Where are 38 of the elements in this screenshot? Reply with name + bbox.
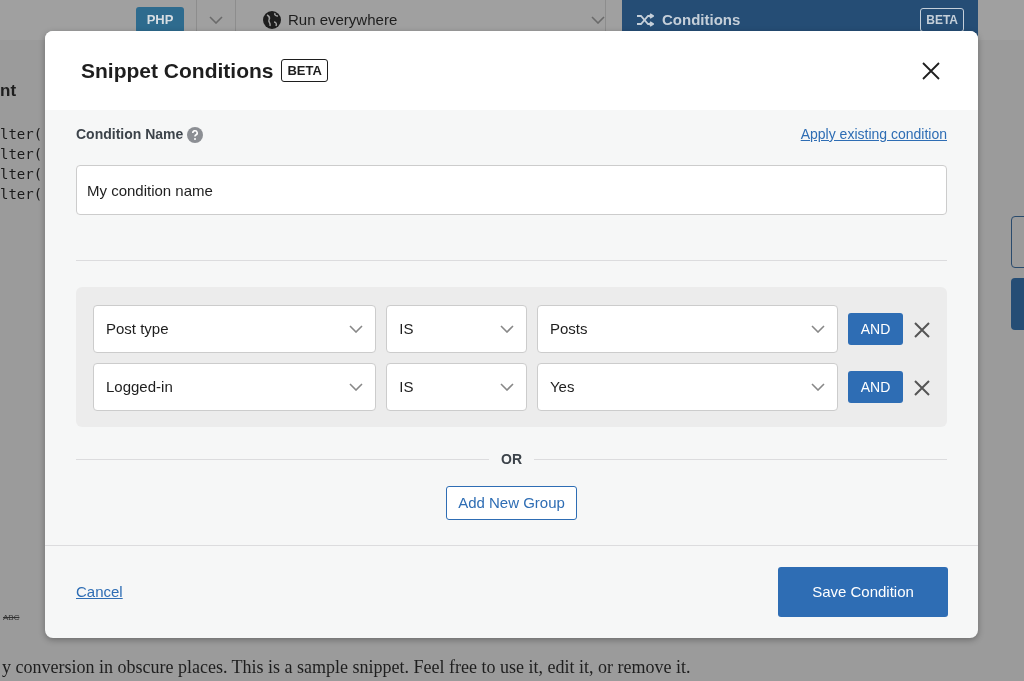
help-icon <box>187 126 204 143</box>
code-line: lter( <box>0 144 43 164</box>
chevron-down-icon <box>811 325 826 333</box>
chevron-down-icon <box>499 383 514 391</box>
field-select[interactable]: Logged-in <box>93 363 377 411</box>
or-separator: OR <box>500 450 523 469</box>
field-select[interactable]: Post type <box>93 305 377 353</box>
chevron-down-icon <box>591 16 605 24</box>
shuffle-icon <box>636 13 654 27</box>
strikethrough-button[interactable]: ABC <box>3 612 20 624</box>
code-line: lter( <box>0 164 43 184</box>
chevron-down-icon <box>499 325 514 333</box>
add-group-button[interactable]: Add New Group <box>446 486 577 520</box>
section-heading: nt <box>0 80 17 102</box>
and-button[interactable]: AND <box>848 371 903 403</box>
chevron-down-icon <box>349 383 364 391</box>
name-input[interactable]: My condition name <box>76 165 947 215</box>
value-select[interactable]: Yes <box>536 363 839 411</box>
chevron-down-icon <box>349 325 364 333</box>
beta-badge: BETA <box>281 58 328 83</box>
type-badge: PHP <box>136 7 184 33</box>
save-button[interactable]: Save Condition <box>778 567 948 617</box>
apply-existing-link[interactable]: Apply existing condition <box>800 124 947 145</box>
code-line: lter( <box>0 184 43 204</box>
operator-select[interactable]: IS <box>386 305 527 353</box>
location-select[interactable]: Run everywhere <box>288 8 398 32</box>
chevron-down-icon <box>811 383 826 391</box>
modal-title: Snippet Conditions <box>81 57 274 84</box>
description-text: y conversion in obscure places. This is a sample snippet. Feel free to use it, edit it, or remove it. <box>2 656 691 678</box>
operator-select[interactable]: IS <box>386 363 527 411</box>
and-button[interactable]: AND <box>848 313 903 345</box>
code-line: lter( <box>0 124 43 144</box>
field-label: Condition Name <box>76 125 184 144</box>
value-select[interactable]: Posts <box>536 305 839 353</box>
cancel-link[interactable]: Cancel <box>76 580 123 604</box>
conditions-title: Conditions <box>662 9 741 30</box>
globe-icon <box>262 10 282 30</box>
chevron-down-icon <box>209 16 223 24</box>
